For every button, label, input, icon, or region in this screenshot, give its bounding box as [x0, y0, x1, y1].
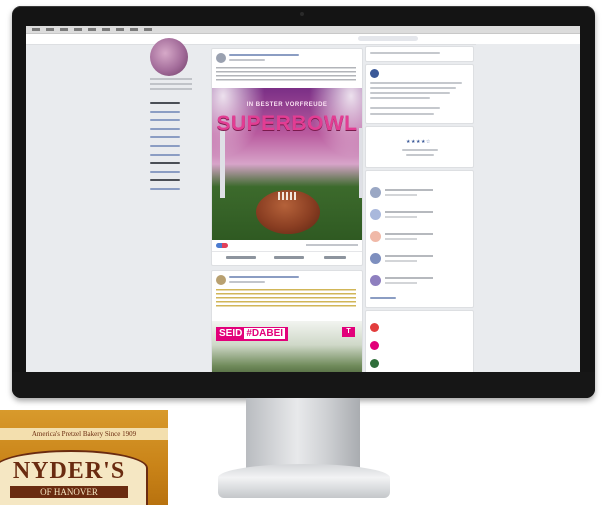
nav-item[interactable] [150, 108, 212, 117]
image-headline: SUPERBOWL [216, 112, 358, 135]
related-page-row[interactable] [370, 229, 470, 245]
avatar [370, 275, 381, 286]
avatar [370, 209, 381, 220]
avatar [370, 187, 381, 198]
page-logo-icon [370, 341, 379, 350]
post-author-name[interactable] [229, 54, 299, 56]
nav-item[interactable] [150, 185, 212, 194]
about-card [365, 46, 474, 62]
post-actions [212, 251, 362, 265]
snack-bag: America's Pretzel Bakery Since 1909 NYDE… [0, 410, 168, 505]
avatar [370, 231, 381, 242]
related-pages-card [365, 170, 474, 308]
post-reactions[interactable] [216, 243, 358, 248]
goalpost [220, 128, 362, 198]
post-superbowl: IN BESTER VORFREUDE SUPERBOWL [211, 48, 363, 266]
dabei-banner: SEID #DABEI [216, 327, 289, 341]
banner-hashtag: #DABEI [244, 328, 286, 339]
community-icon [370, 69, 379, 78]
page-likes-card [365, 310, 474, 376]
see-all-link[interactable] [370, 297, 396, 299]
community-text [370, 92, 450, 94]
nav-item[interactable] [150, 151, 212, 160]
community-card [365, 64, 474, 124]
page-left-nav [150, 99, 212, 194]
post-author-avatar[interactable] [216, 275, 226, 285]
related-page-row[interactable] [370, 185, 470, 201]
about-line [370, 52, 440, 54]
avatar [370, 253, 381, 264]
post-author-avatar[interactable] [216, 53, 226, 63]
post-timestamp[interactable] [229, 281, 265, 283]
page-logo-icon [370, 323, 379, 332]
os-menubar [26, 26, 580, 34]
community-text [370, 113, 434, 115]
snyders-logo: NYDER'S [12, 458, 126, 484]
image-tagline: IN BESTER VORFREUDE [246, 102, 328, 108]
share-button[interactable] [324, 256, 346, 259]
screen: IN BESTER VORFREUDE SUPERBOWL SEID #DABE… [26, 26, 580, 376]
superbowl-image[interactable]: IN BESTER VORFREUDE SUPERBOWL [212, 88, 362, 240]
rating-summary [406, 154, 434, 156]
page-profile-picture[interactable] [150, 38, 188, 76]
post-text [216, 67, 356, 83]
related-page-row[interactable] [370, 207, 470, 223]
reaction-icons [216, 243, 228, 248]
page-logo-icon [370, 359, 379, 368]
nav-item[interactable] [150, 168, 212, 177]
page-name [150, 78, 192, 92]
ratings-card: ★★★★☆ [365, 126, 474, 168]
community-text [370, 97, 430, 99]
post-text [216, 289, 356, 307]
community-text [370, 87, 456, 89]
banner-word: SEID [219, 328, 243, 339]
empty-gutter [476, 44, 580, 376]
football-laces [278, 192, 298, 200]
post-author-name[interactable] [229, 276, 299, 278]
monitor-chin [12, 372, 595, 398]
post-timestamp[interactable] [229, 59, 265, 61]
search-input[interactable] [358, 36, 418, 41]
post-dabei: SEID #DABEI T [211, 270, 363, 376]
nav-item[interactable] [150, 159, 212, 168]
monitor-stand [246, 398, 360, 468]
menubar-items [32, 28, 152, 31]
community-text [370, 107, 440, 109]
camera-icon [300, 12, 304, 16]
comment-share-count[interactable] [306, 244, 358, 246]
related-page-row[interactable] [370, 251, 470, 267]
nav-item[interactable] [150, 176, 212, 185]
nav-item[interactable] [150, 116, 212, 125]
comment-button[interactable] [274, 256, 304, 259]
related-page-row[interactable] [370, 273, 470, 289]
monitor-bezel: IN BESTER VORFREUDE SUPERBOWL SEID #DABE… [12, 6, 595, 398]
bag-tagline: America's Pretzel Bakery Since 1909 [0, 428, 168, 440]
nav-item[interactable] [150, 125, 212, 134]
telekom-logo: T [342, 327, 355, 337]
nav-item[interactable] [150, 99, 212, 108]
bag-subtitle: OF HANOVER [10, 486, 128, 498]
rating-summary [402, 149, 438, 151]
rating-stars[interactable]: ★★★★☆ [406, 139, 431, 145]
monitor-stand-base [218, 464, 390, 498]
community-text [370, 82, 462, 84]
like-button[interactable] [226, 256, 256, 259]
nav-item[interactable] [150, 142, 212, 151]
nav-item[interactable] [150, 133, 212, 142]
